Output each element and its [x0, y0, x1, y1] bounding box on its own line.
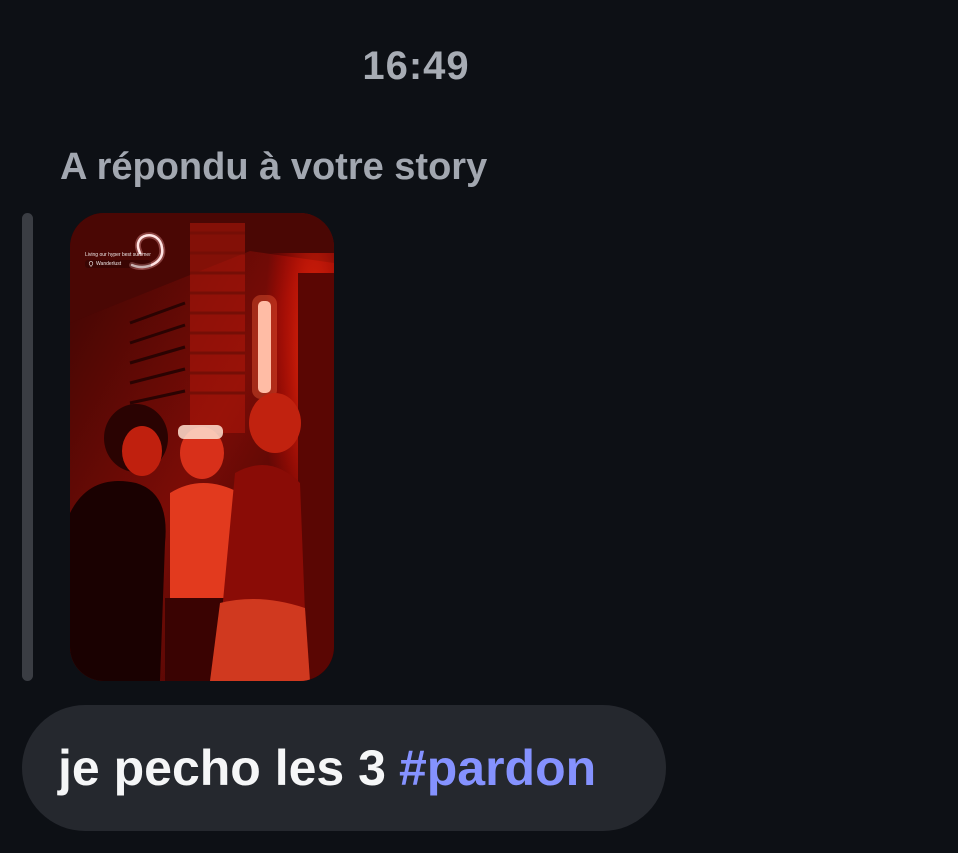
message-bubble[interactable]: je pecho les 3 #pardon [22, 705, 666, 831]
message-timestamp: 16:49 [362, 44, 470, 88]
story-overlay-text: Living our hyper best summer [85, 252, 151, 258]
message-text: je pecho les 3 [58, 740, 386, 796]
story-location-label: Wanderlust [96, 261, 122, 267]
story-location: Wanderlust [85, 260, 151, 268]
location-pin-icon [88, 261, 94, 267]
story-reply-caption: A répondu à votre story [60, 146, 488, 188]
story-photo [70, 213, 334, 681]
reply-quote-bar [22, 213, 33, 681]
message-hashtag[interactable]: #pardon [399, 739, 596, 797]
story-thumbnail[interactable]: Living our hyper best summer Wanderlust [70, 213, 334, 681]
story-overlay: Living our hyper best summer Wanderlust [85, 251, 151, 268]
